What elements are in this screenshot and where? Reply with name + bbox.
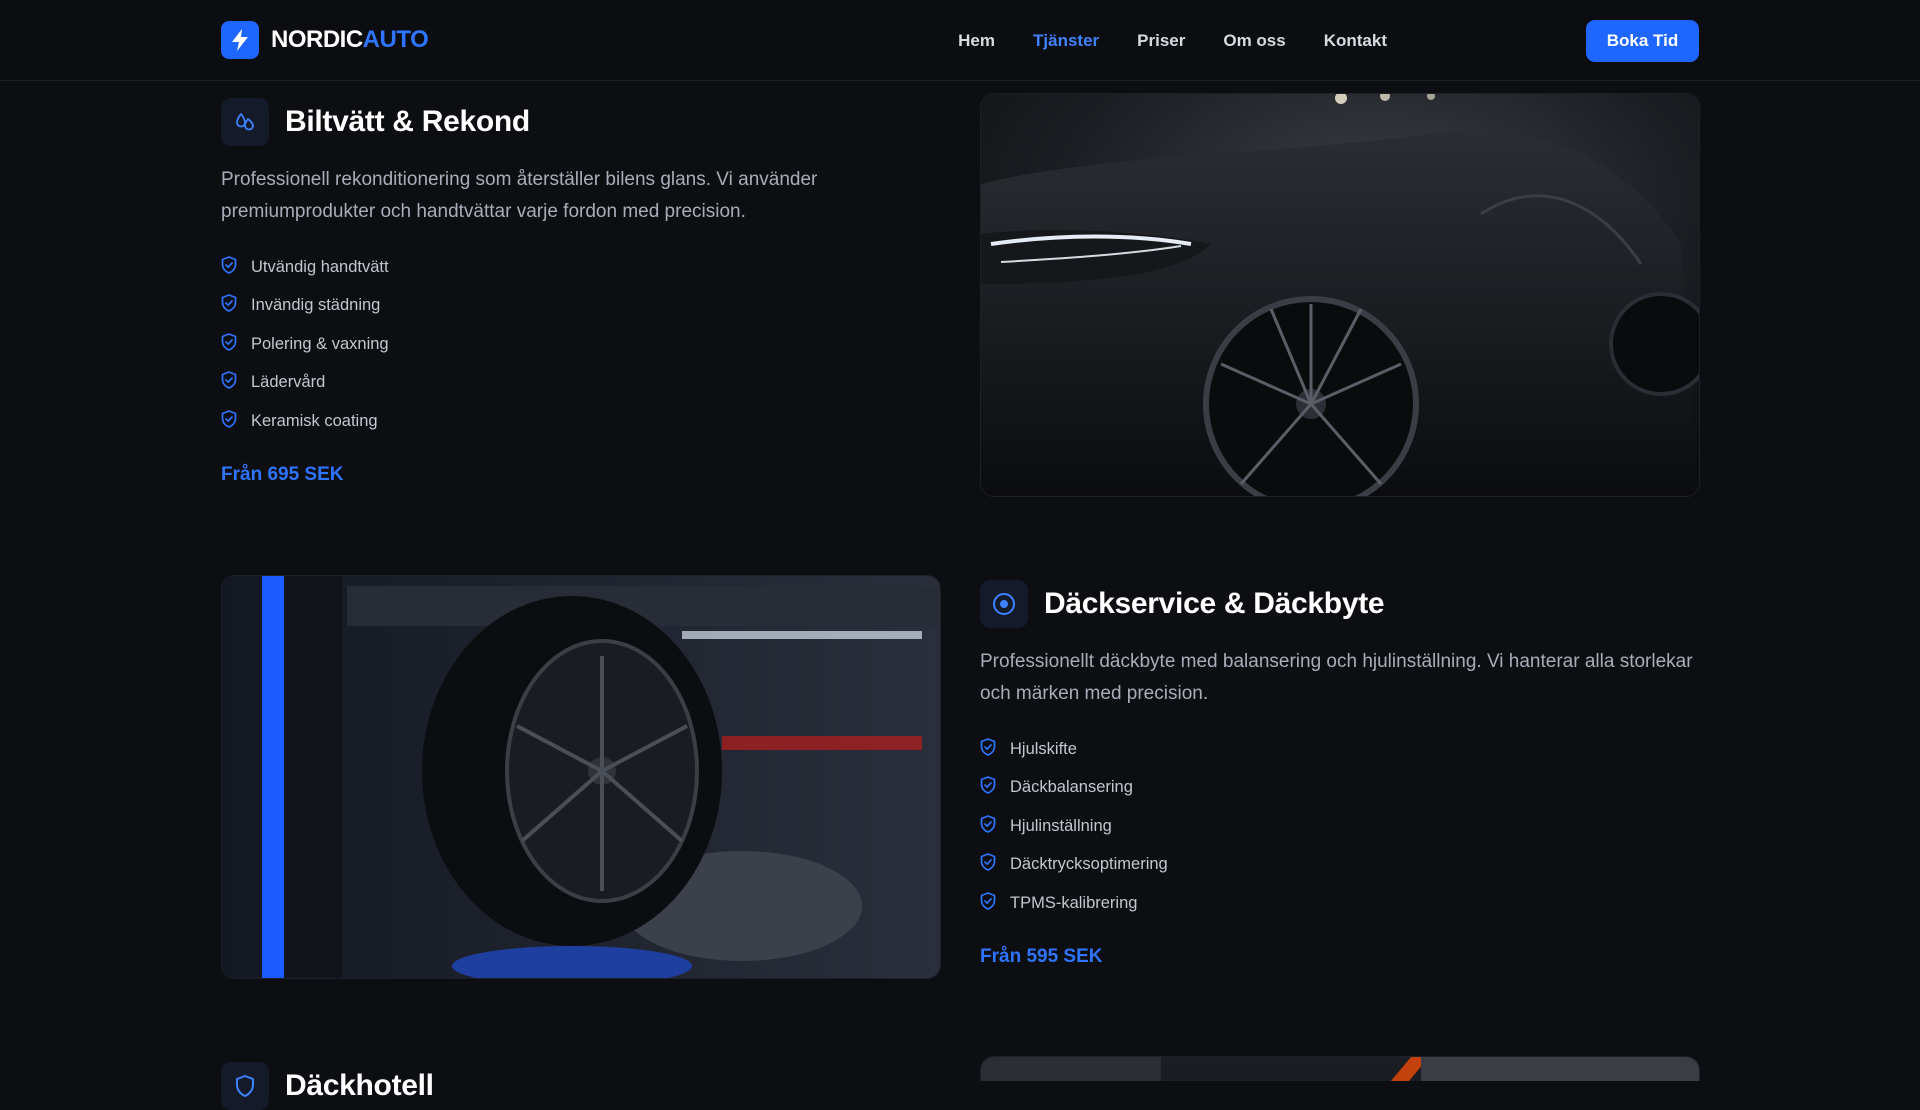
feature-label: Hjulinställning	[1010, 816, 1112, 835]
service-price[interactable]: Från 595 SEK	[980, 946, 1103, 968]
feature-label: Däckbalansering	[1010, 778, 1133, 797]
nav-om-oss[interactable]: Om oss	[1223, 31, 1285, 51]
shield-check-icon	[221, 371, 237, 394]
shield-check-icon	[980, 814, 996, 838]
list-item: Hjulinställning	[980, 807, 1168, 846]
service-title: Däckservice & Däckbyte	[1044, 587, 1385, 620]
feature-label: Lädervård	[251, 373, 326, 392]
brand-name: NORDICAUTO	[271, 26, 429, 54]
shield-check-icon	[221, 409, 237, 433]
shield-check-icon	[221, 294, 237, 317]
site-header: NORDICAUTO Hem Tjänster Priser Om oss Ko…	[0, 0, 1920, 81]
list-item: Keramisk coating	[221, 402, 389, 441]
service-description: Professionell rekonditionering som åters…	[221, 164, 941, 228]
feature-label: Polering & vaxning	[251, 334, 389, 353]
service-title: Däckhotell	[285, 1069, 434, 1102]
description-line: premiumprodukter och handtvättar varje f…	[221, 201, 746, 222]
description-line: Professionellt däckbyte med balansering …	[980, 651, 1693, 672]
target-icon	[980, 580, 1028, 628]
list-item: Polering & vaxning	[221, 325, 389, 364]
service-price[interactable]: Från 695 SEK	[221, 464, 344, 486]
feature-label: Utvändig handtvätt	[251, 257, 389, 276]
service-header-dackservice: Däckservice & Däckbyte	[980, 580, 1385, 628]
nav-tjanster[interactable]: Tjänster	[1033, 31, 1099, 51]
service-description: Professionellt däckbyte med balansering …	[980, 646, 1700, 710]
shield-check-icon	[980, 737, 996, 761]
list-item: Utvändig handtvätt	[221, 248, 389, 287]
stored-tires-photo	[980, 1056, 1700, 1081]
list-item: Lädervård	[221, 364, 389, 403]
wet-black-car-photo	[980, 93, 1700, 497]
shield-check-icon	[980, 891, 996, 915]
feature-label: Invändig städning	[251, 296, 381, 315]
nav-priser[interactable]: Priser	[1137, 31, 1185, 51]
brand-logo[interactable]: NORDICAUTO	[221, 21, 429, 59]
nav-hem[interactable]: Hem	[958, 31, 995, 51]
shield-check-icon	[980, 776, 996, 799]
list-item: Däckbalansering	[980, 769, 1168, 808]
car-illustration	[981, 94, 1699, 496]
feature-label: Keramisk coating	[251, 411, 378, 430]
feature-label: Hjulskifte	[1010, 739, 1077, 758]
shield-check-icon	[980, 853, 996, 876]
brand-name-part2: AUTO	[362, 26, 429, 53]
description-line: Professionell rekonditionering som åters…	[221, 169, 818, 190]
lightning-icon	[221, 21, 259, 59]
service-title: Biltvätt & Rekond	[285, 105, 530, 138]
tire-illustration	[222, 576, 940, 978]
list-item: Däcktrycksoptimering	[980, 846, 1168, 885]
list-item: TPMS-kalibrering	[980, 884, 1168, 923]
feature-list: Hjulskifte Däckbalansering Hjulinställni…	[980, 730, 1168, 923]
main-nav: Hem Tjänster Priser Om oss Kontakt	[958, 0, 1387, 81]
shield-check-icon	[221, 332, 237, 356]
feature-label: Däcktrycksoptimering	[1010, 855, 1168, 874]
feature-label: TPMS-kalibrering	[1010, 893, 1138, 912]
service-header-dackhotell: Däckhotell	[221, 1062, 434, 1110]
list-item: Hjulskifte	[980, 730, 1168, 769]
list-item: Invändig städning	[221, 287, 389, 326]
service-header-biltvatt: Biltvätt & Rekond	[221, 98, 530, 146]
book-appointment-button[interactable]: Boka Tid	[1586, 20, 1699, 62]
description-line: och märken med precision.	[980, 683, 1209, 704]
shield-check-icon	[221, 255, 237, 279]
droplets-icon	[221, 98, 269, 146]
brand-name-part1: NORDIC	[271, 26, 363, 53]
feature-list: Utvändig handtvätt Invändig städning Pol…	[221, 248, 389, 441]
nav-kontakt[interactable]: Kontakt	[1324, 31, 1387, 51]
stored-tires-illustration	[981, 1057, 1699, 1081]
tire-on-balancer-photo	[221, 575, 941, 979]
shield-icon	[221, 1062, 269, 1110]
